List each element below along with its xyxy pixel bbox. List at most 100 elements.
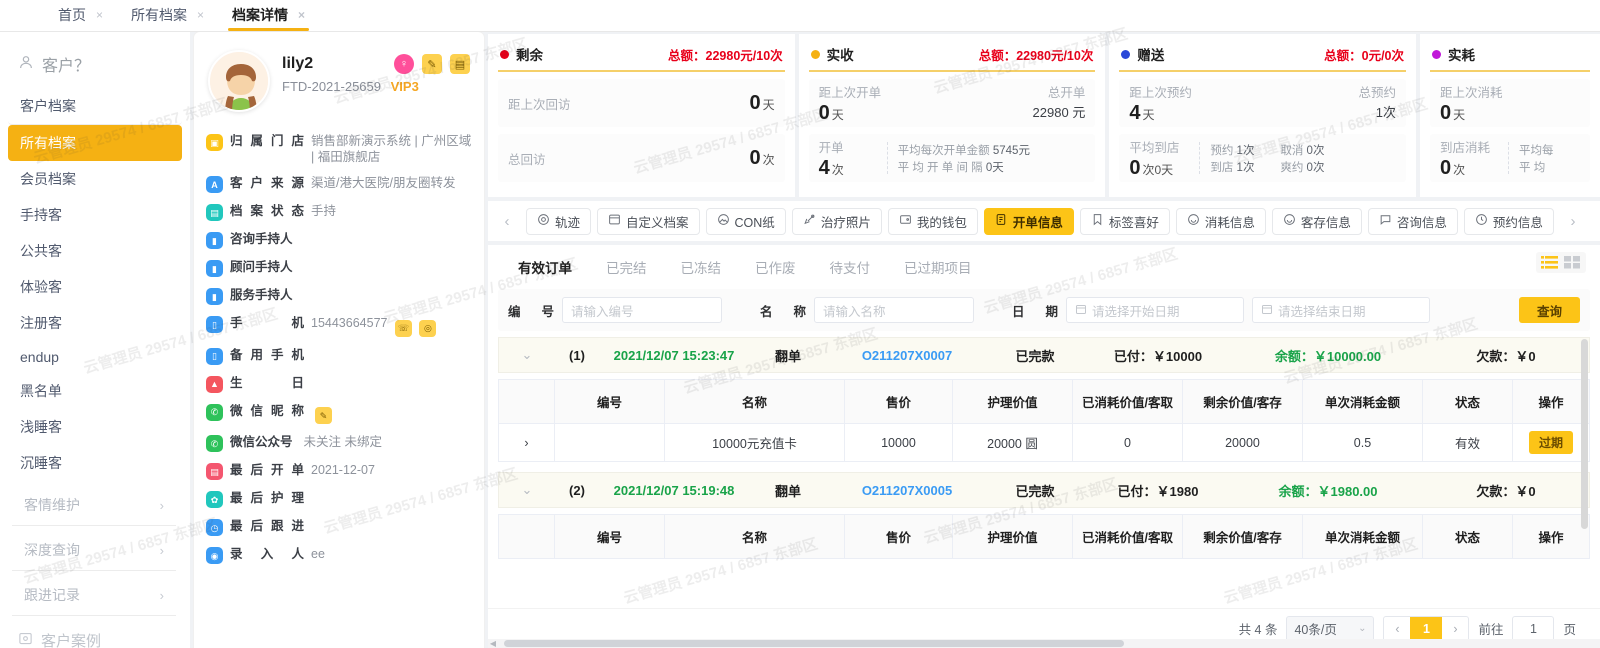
sidebar-item-deep-sleep[interactable]: 沉睡客 (8, 445, 182, 481)
chip-stock-info[interactable]: 客存信息 (1271, 207, 1362, 235)
calendar-icon (1075, 303, 1087, 318)
stat-received-box2-left: 开单 4次 (819, 137, 877, 180)
subtab-voided[interactable]: 已作废 (739, 253, 812, 281)
sidebar-item-member-files[interactable]: 会员档案 (8, 161, 182, 197)
subtab-valid-orders[interactable]: 有效订单 (502, 253, 588, 281)
close-icon[interactable]: × (96, 8, 103, 22)
order-number[interactable]: O211207X0005 (827, 483, 987, 498)
filter-date-end-input[interactable]: 请选择结束日期 (1252, 297, 1430, 323)
list-view-icon[interactable] (1541, 255, 1558, 270)
item-consumed: 0 (1072, 423, 1183, 462)
tab-all-files[interactable]: 所有档案 × (117, 5, 218, 31)
stat-gift-box2-value-wrap: 0 次0天 (1129, 157, 1189, 180)
note-icon[interactable]: ▤ (450, 54, 470, 74)
phone-backup-icon: ▯ (206, 347, 223, 365)
stat-gift-detail-2: 到店 1次 (1210, 159, 1266, 175)
sidebar-item-blacklist[interactable]: 黑名单 (8, 373, 182, 409)
search-button[interactable]: 查询 (1518, 297, 1580, 323)
sidebar-item-endup[interactable]: endup (8, 341, 182, 373)
col-expand (498, 379, 555, 424)
sidebar-item-customer-file[interactable]: 客户档案 (8, 88, 182, 125)
filter-date-start-input[interactable]: 请选择开始日期 (1066, 297, 1244, 323)
sidebar-item-all-files[interactable]: 所有档案 (8, 125, 182, 161)
subtab-completed[interactable]: 已完结 (590, 253, 663, 281)
sidebar-item-light-sleep[interactable]: 浅睡客 (8, 409, 182, 445)
tab-file-detail[interactable]: 档案详情 × (218, 5, 319, 31)
sidebar-item-trial-customer[interactable]: 体验客 (8, 269, 182, 305)
col-code: 编号 (554, 379, 665, 424)
status-dot-icon (1432, 49, 1442, 59)
order-number[interactable]: O211207X0007 (827, 348, 987, 363)
col-state: 状态 (1422, 379, 1513, 424)
expire-button[interactable]: 过期 (1528, 431, 1573, 454)
tab-home[interactable]: 首页 × (44, 5, 117, 31)
edit-icon[interactable]: ✎ (422, 54, 442, 74)
chevron-down-icon: ⌄ (1358, 623, 1367, 634)
order-debt: 欠款：￥0 (1476, 483, 1536, 499)
item-name: 10000元充值卡 (664, 423, 845, 462)
filter-name-input[interactable]: 请输入名称 (814, 297, 974, 323)
stat-received-box1-left: 距上次开单 0天 (819, 82, 882, 125)
filter-code-input[interactable]: 请输入编号 (562, 297, 722, 323)
close-icon[interactable]: × (197, 8, 204, 22)
chip-consumption-info[interactable]: 消耗信息 (1175, 207, 1266, 235)
sidebar-item-held-customer[interactable]: 手持客 (8, 197, 182, 233)
chip-order-info[interactable]: 开单信息 (983, 207, 1074, 235)
browser-tabbar: 首页 × 所有档案 × 档案详情 × (0, 0, 1600, 32)
close-icon[interactable]: × (298, 8, 305, 22)
grid-view-icon[interactable] (1564, 255, 1581, 270)
goto-input[interactable]: 1 (1512, 615, 1555, 642)
stat-card-gift-header: 赠送 总额：0元/0次 (1119, 36, 1407, 72)
divider (1199, 142, 1201, 174)
order-row[interactable]: ⌄ (1) 2021/12/07 15:23:47 翻单 O211207X000… (498, 337, 1590, 373)
horizontal-scroll-thumb[interactable] (504, 640, 1124, 647)
chip-order-info-label: 开单信息 (1012, 215, 1063, 230)
tab-all-files-label: 所有档案 (131, 7, 188, 23)
toolbar-next-button[interactable]: › (1560, 208, 1586, 235)
call-icon[interactable]: ☏ (394, 319, 412, 337)
smile-icon (1187, 213, 1200, 229)
subtab-frozen[interactable]: 已冻结 (665, 253, 738, 281)
gender-female-icon[interactable]: ♀ (394, 54, 414, 74)
stat-card-consumed: 实耗 距上次消耗 0天 到店消耗 0 次 平均每 平 均 (1420, 34, 1600, 197)
stat-received-detail-0-key: 平均每次开单金额 (897, 144, 990, 157)
order-row[interactable]: ⌄ (2) 2021/12/07 15:19:48 翻单 O211207X000… (498, 472, 1590, 508)
profile-label-consultant: 咨询手持人 (230, 232, 293, 246)
order-index: (1) (569, 347, 585, 363)
horizontal-scrollbar[interactable]: ◀ (488, 639, 1600, 648)
profile-row-wechat-nick: ✆ 微信昵称 ✎ (206, 398, 472, 430)
scroll-left-icon[interactable]: ◀ (488, 639, 498, 648)
subtab-expired-items[interactable]: 已过期项目 (888, 253, 988, 281)
toolbar-prev-button[interactable]: ‹ (494, 208, 520, 235)
sms-icon[interactable]: ◎ (419, 319, 437, 337)
smile-icon (1283, 213, 1296, 229)
item-expand-icon[interactable]: › (498, 423, 555, 462)
chip-treatment-photo[interactable]: 治疗照片 (791, 207, 882, 235)
profile-label-service: 服务手持人 (230, 288, 293, 302)
sidebar-group-followup[interactable]: 跟进记录 › (12, 575, 176, 616)
stat-gift-detail-2-value: 1次 (1236, 161, 1255, 174)
subtab-pending-payment[interactable]: 待支付 (814, 253, 887, 281)
sidebar-group-relationship[interactable]: 客情维护 › (12, 485, 176, 526)
chip-appointment-info[interactable]: 预约信息 (1463, 207, 1554, 235)
chip-my-wallet[interactable]: 我的钱包 (887, 207, 978, 235)
wechat-edit-icon[interactable]: ✎ (315, 407, 332, 424)
chip-custom-file[interactable]: 自定义档案 (597, 207, 700, 235)
order-panel: 有效订单 已完结 已冻结 已作废 待支付 已过期项目 编 号 请输入编号 名 称… (488, 245, 1600, 648)
chip-track[interactable]: 轨迹 (526, 207, 592, 235)
chip-tag-preference[interactable]: 标签喜好 (1079, 207, 1170, 235)
chip-consumption-info-label: 消耗信息 (1204, 215, 1255, 230)
vertical-scrollbar[interactable] (1581, 339, 1588, 529)
chip-consult-info[interactable]: 咨询信息 (1367, 207, 1458, 235)
sidebar-item-registered-customer[interactable]: 注册客 (8, 305, 182, 341)
sidebar-item-public-customer[interactable]: 公共客 (8, 233, 182, 269)
sidebar-group-deep-query[interactable]: 深度查询 › (12, 530, 176, 571)
chip-con-paper[interactable]: CON纸 (705, 207, 786, 235)
expand-toggle-icon[interactable]: ⌄ (499, 482, 555, 498)
page-prev-button[interactable]: ‹ (1384, 617, 1410, 641)
page-size-select[interactable]: 40条/页 ⌄ (1286, 615, 1375, 642)
expand-toggle-icon[interactable]: ⌄ (499, 347, 555, 363)
page-next-button[interactable]: › (1442, 617, 1468, 641)
stat-gift-details: 预约 1次 取消 0次 到店 1次 爽约 0次 (1210, 142, 1396, 175)
page-current[interactable]: 1 (1410, 616, 1443, 641)
